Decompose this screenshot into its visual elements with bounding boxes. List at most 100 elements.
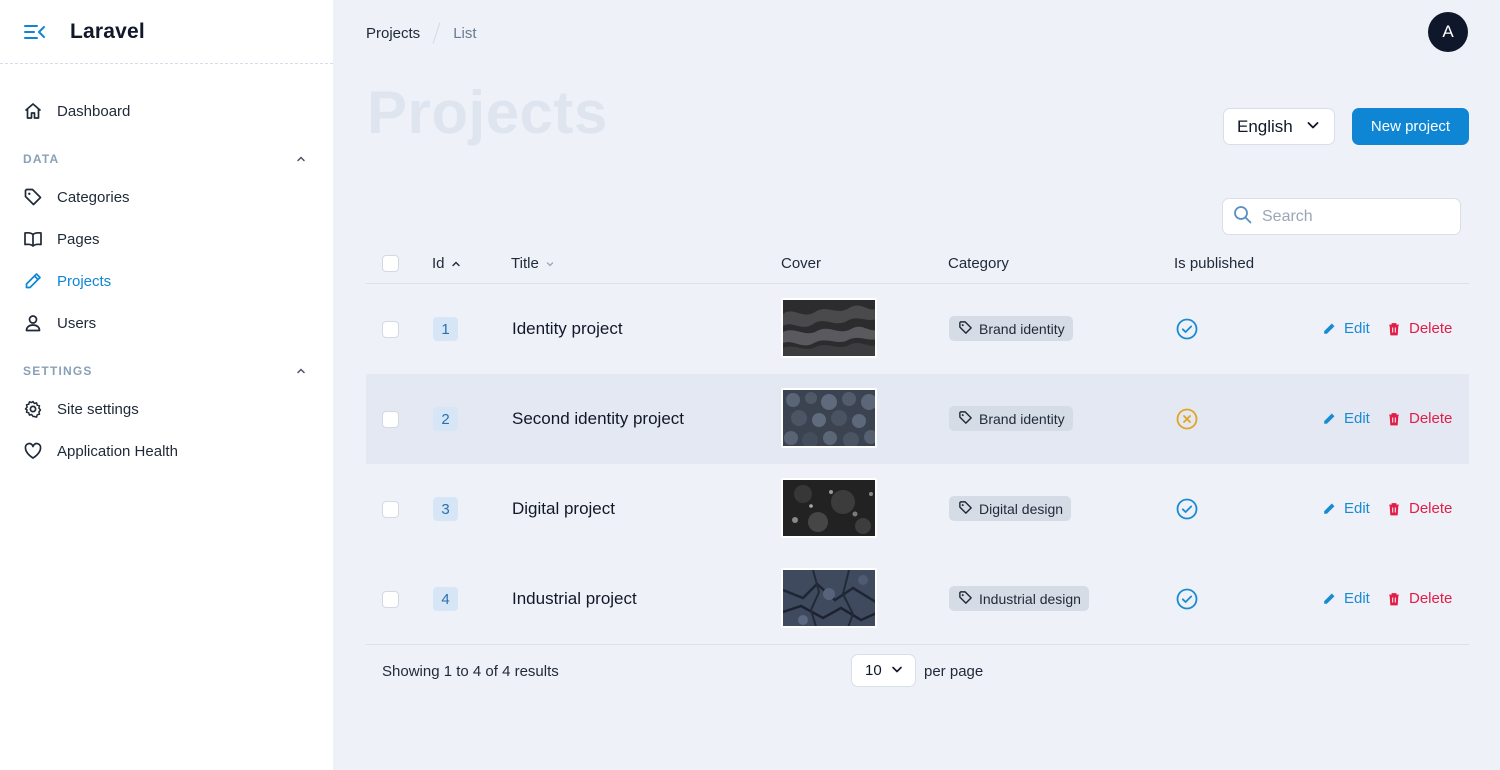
home-icon <box>23 101 43 121</box>
category-badge: Brand identity <box>949 316 1073 341</box>
column-header-title[interactable]: Title <box>511 255 555 272</box>
sidebar-group-data[interactable]: DATA <box>0 142 333 176</box>
column-label: Category <box>948 255 1009 272</box>
published-cell <box>1176 408 1198 430</box>
cover-cell <box>781 478 877 538</box>
sort-ascending-icon <box>451 259 461 269</box>
project-title[interactable]: Industrial project <box>512 589 637 609</box>
results-summary: Showing 1 to 4 of 4 results <box>382 663 559 680</box>
breadcrumb-projects[interactable]: Projects <box>366 25 420 42</box>
id-badge: 3 <box>433 497 458 521</box>
row-checkbox[interactable] <box>382 591 399 608</box>
delete-label: Delete <box>1409 590 1453 607</box>
sidebar-item-categories[interactable]: Categories <box>0 176 333 218</box>
project-title[interactable]: Second identity project <box>512 409 684 429</box>
id-cell: 2 <box>433 407 458 431</box>
avatar[interactable]: A <box>1428 12 1468 52</box>
edit-action[interactable]: Edit <box>1322 590 1370 607</box>
sidebar-item-pages[interactable]: Pages <box>0 218 333 260</box>
table-footer: Showing 1 to 4 of 4 results 10 per page <box>366 644 1469 698</box>
edit-action[interactable]: Edit <box>1322 410 1370 427</box>
project-title[interactable]: Digital project <box>512 499 615 519</box>
sidebar-item-application-health[interactable]: Application Health <box>0 430 333 472</box>
category-cell: Industrial design <box>949 586 1089 611</box>
column-label: Id <box>432 255 445 272</box>
sidebar-item-projects[interactable]: Projects <box>0 260 333 302</box>
cover-thumbnail[interactable] <box>781 568 877 628</box>
published-cell <box>1176 498 1198 520</box>
unpublished-x-icon <box>1176 408 1198 430</box>
row-checkbox[interactable] <box>382 321 399 338</box>
table-row: 4 Industrial project Industrial design E… <box>366 554 1469 644</box>
projects-table: Id Title Cover Category Is published 1 I… <box>366 244 1469 644</box>
cover-thumbnail[interactable] <box>781 388 877 448</box>
sidebar-item-site-settings[interactable]: Site settings <box>0 388 333 430</box>
published-check-icon <box>1176 318 1198 340</box>
edit-action[interactable]: Edit <box>1322 500 1370 517</box>
collapse-menu-icon[interactable] <box>24 21 46 43</box>
pencil-icon <box>1322 592 1336 606</box>
id-badge: 1 <box>433 317 458 341</box>
row-checkbox[interactable] <box>382 501 399 518</box>
book-open-icon <box>23 229 43 249</box>
select-all-cell <box>382 255 399 272</box>
main-content: Projects List A Projects English New pro… <box>333 0 1500 770</box>
per-page-select[interactable]: 10 <box>851 654 916 687</box>
sidebar-group-settings[interactable]: SETTINGS <box>0 354 333 388</box>
title-cell: Identity project <box>512 319 623 339</box>
trash-icon <box>1387 322 1401 336</box>
edit-action[interactable]: Edit <box>1322 320 1370 337</box>
tag-icon <box>958 500 973 518</box>
language-select[interactable]: English <box>1223 108 1335 145</box>
delete-action[interactable]: Delete <box>1387 410 1452 427</box>
project-title[interactable]: Identity project <box>512 319 623 339</box>
edit-label: Edit <box>1344 320 1370 337</box>
sidebar-item-label: Users <box>57 314 97 332</box>
column-header-id[interactable]: Id <box>432 255 461 272</box>
id-badge: 4 <box>433 587 458 611</box>
published-cell <box>1176 318 1198 340</box>
sidebar-item-dashboard[interactable]: Dashboard <box>0 90 333 132</box>
cover-cell <box>781 298 877 358</box>
cover-thumbnail[interactable] <box>781 478 877 538</box>
row-checkbox[interactable] <box>382 411 399 428</box>
page-title: Projects <box>367 79 608 146</box>
delete-action[interactable]: Delete <box>1387 590 1452 607</box>
column-header-is-published: Is published <box>1174 255 1254 272</box>
search-box <box>1222 198 1461 235</box>
new-project-button[interactable]: New project <box>1352 108 1469 145</box>
sidebar-header: Laravel <box>0 0 333 64</box>
delete-action[interactable]: Delete <box>1387 320 1452 337</box>
search-input[interactable] <box>1262 207 1452 226</box>
published-check-icon <box>1176 588 1198 610</box>
row-select-cell <box>382 501 399 518</box>
title-cell: Digital project <box>512 499 615 519</box>
breadcrumb-list[interactable]: List <box>453 25 476 42</box>
category-label: Brand identity <box>979 410 1065 427</box>
brand-name[interactable]: Laravel <box>70 20 145 44</box>
cover-cell <box>781 388 877 448</box>
delete-action[interactable]: Delete <box>1387 500 1452 517</box>
sidebar-group-label: DATA <box>23 152 60 166</box>
heart-icon <box>23 441 43 461</box>
sidebar-item-label: Projects <box>57 272 112 290</box>
column-label: Is published <box>1174 255 1255 272</box>
edit-label: Edit <box>1344 500 1370 517</box>
trash-icon <box>1387 412 1401 426</box>
category-label: Industrial design <box>979 590 1081 607</box>
delete-label: Delete <box>1409 410 1453 427</box>
id-cell: 4 <box>433 587 458 611</box>
sidebar-item-users[interactable]: Users <box>0 302 333 344</box>
tag-icon <box>23 187 43 207</box>
pencil-icon <box>1322 322 1336 336</box>
topbar: Projects List A <box>333 0 1500 64</box>
pencil-icon <box>23 271 43 291</box>
cover-thumbnail[interactable] <box>781 298 877 358</box>
title-cell: Industrial project <box>512 589 637 609</box>
category-badge: Digital design <box>949 496 1072 521</box>
row-select-cell <box>382 321 399 338</box>
select-all-checkbox[interactable] <box>382 255 399 272</box>
pencil-icon <box>1322 502 1336 516</box>
breadcrumb: Projects List <box>366 22 477 44</box>
edit-label: Edit <box>1344 590 1370 607</box>
